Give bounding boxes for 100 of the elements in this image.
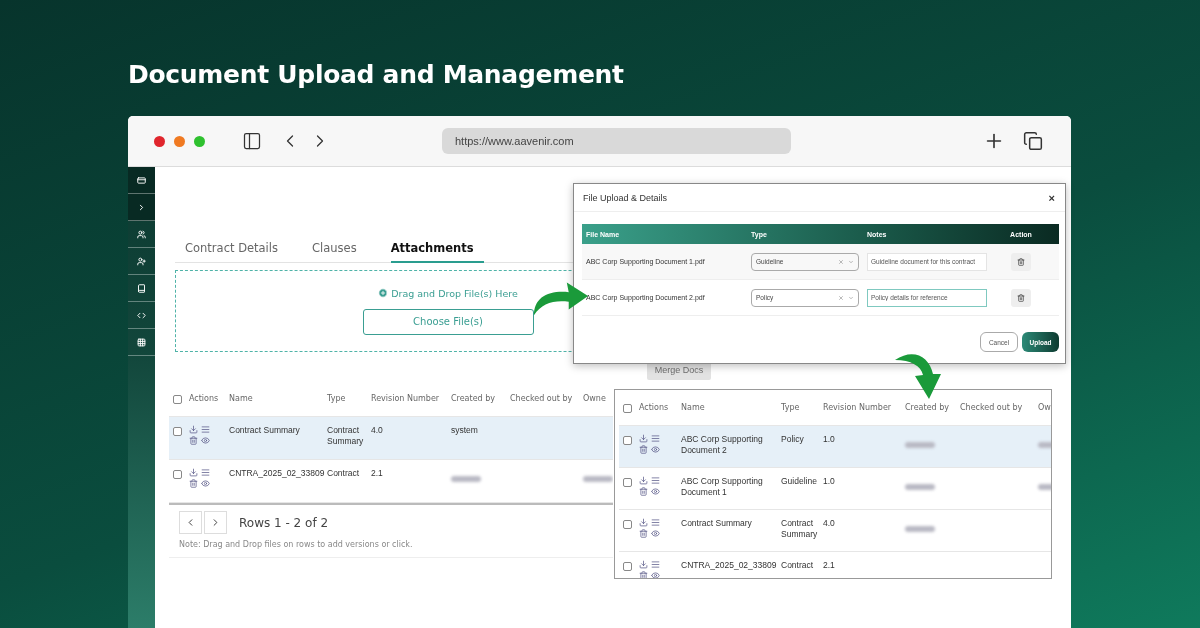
table-cell-text: ABC Corp Supporting Document 1 xyxy=(681,476,764,498)
curved-arrow-icon xyxy=(895,352,941,399)
row-checkbox[interactable] xyxy=(623,520,632,529)
download-icon[interactable] xyxy=(639,434,648,443)
select-all-checkbox[interactable] xyxy=(623,404,632,413)
drop-hint-text: Drag and Drop File(s) Here xyxy=(391,287,518,299)
column-header: Name xyxy=(229,393,254,403)
grid-icon[interactable] xyxy=(137,337,146,347)
trash-icon[interactable] xyxy=(189,479,198,488)
code-icon[interactable] xyxy=(137,310,146,320)
column-header: Created by xyxy=(451,393,496,403)
rows-summary: Rows 1 - 2 of 2 xyxy=(239,515,329,530)
tab[interactable]: Clauses xyxy=(312,241,367,263)
download-icon[interactable] xyxy=(639,560,648,569)
users-icon[interactable] xyxy=(137,229,146,239)
eye-icon[interactable] xyxy=(651,571,660,578)
column-header: Actions xyxy=(189,393,220,403)
trash-icon[interactable] xyxy=(639,445,648,454)
column-header: Revision Number xyxy=(823,403,893,412)
eye-icon[interactable] xyxy=(651,445,660,454)
trash-icon xyxy=(1017,257,1025,266)
clear-icon[interactable] xyxy=(838,258,844,265)
trash-icon xyxy=(1017,293,1025,302)
menu-icon[interactable] xyxy=(651,518,660,527)
row-checkbox[interactable] xyxy=(623,478,632,487)
column-header: Created by xyxy=(905,403,950,412)
trash-icon[interactable] xyxy=(189,436,198,445)
headline: Document Upload and Management xyxy=(128,59,625,91)
minimize-dot-icon[interactable] xyxy=(174,135,185,147)
table-cell-text: Contract Summary xyxy=(681,518,753,529)
column-header: Owne xyxy=(583,393,607,403)
plus-circle-icon xyxy=(378,288,389,298)
download-icon[interactable] xyxy=(189,425,198,434)
row-checkbox[interactable] xyxy=(173,427,182,436)
tab[interactable]: Contract Details xyxy=(185,241,288,263)
table-row[interactable]: Contract Summary Contract Summary 4.0 system xyxy=(169,417,613,460)
close-dot-icon[interactable] xyxy=(154,135,165,147)
download-icon[interactable] xyxy=(189,468,198,477)
table-cell-text: Contract Summary xyxy=(781,518,819,540)
chevron-right-icon[interactable] xyxy=(137,202,146,212)
column-header: Type xyxy=(781,403,801,412)
row-checkbox[interactable] xyxy=(623,562,632,571)
note-text: Note: Drag and Drop files on rows to add versions or click. xyxy=(179,540,414,549)
trash-icon[interactable] xyxy=(639,529,648,538)
column-header: Actions xyxy=(639,403,670,412)
table-row[interactable]: ABC Corp Supporting Document 2 Policy 1.0 xyxy=(619,426,1051,468)
column-header: Type xyxy=(327,393,347,403)
eye-icon[interactable] xyxy=(651,487,660,496)
delete-button[interactable] xyxy=(1011,252,1031,271)
table-cell-text: 1.0 xyxy=(823,434,836,445)
table-cell-text: 2.1 xyxy=(371,468,384,479)
table-cell-text: Contract xyxy=(781,560,815,571)
eye-icon[interactable] xyxy=(651,529,660,538)
table-cell-text: Guideline xyxy=(781,476,818,487)
column-header: Name xyxy=(681,403,706,412)
download-icon[interactable] xyxy=(639,476,648,485)
select-all-checkbox[interactable] xyxy=(173,394,182,404)
table-cell-text: CNTRA_2025_02_33809 xyxy=(681,560,778,571)
clear-icon[interactable] xyxy=(838,294,844,301)
trash-icon[interactable] xyxy=(639,487,648,496)
download-icon[interactable] xyxy=(639,518,648,527)
eye-icon[interactable] xyxy=(201,436,210,445)
address-bar[interactable]: https://www.aavenir.com xyxy=(442,128,791,154)
table-row[interactable]: Contract Summary Contract Summary 4.0 xyxy=(619,510,1051,552)
column-header: Checked out by xyxy=(960,403,1024,412)
add-user-icon[interactable] xyxy=(137,256,146,266)
table-cell-text: 1.0 xyxy=(823,476,836,487)
menu-icon[interactable] xyxy=(201,468,210,477)
column-header: Ow xyxy=(1038,403,1051,412)
table-cell-text: Contract Summary xyxy=(229,425,301,436)
column-header: Revision Number xyxy=(371,393,441,403)
book-icon[interactable] xyxy=(137,283,146,293)
table-cell-text: 4.0 xyxy=(823,518,836,529)
table-cell-text: CNTRA_2025_02_33809 xyxy=(229,468,326,479)
menu-icon[interactable] xyxy=(651,476,660,485)
sidebar-icon[interactable] xyxy=(242,131,262,151)
menu-icon[interactable] xyxy=(651,560,660,569)
table-cell-text: Policy xyxy=(781,434,805,445)
dialog-title: File Upload & Details xyxy=(583,192,668,203)
table-cell-text: 4.0 xyxy=(371,425,384,436)
eye-icon[interactable] xyxy=(201,479,210,488)
tab[interactable]: Attachments xyxy=(390,241,484,263)
row-checkbox[interactable] xyxy=(623,436,632,445)
table-cell-text: ABC Corp Supporting Document 2 xyxy=(681,434,764,456)
table-row[interactable]: CNTRA_2025_02_33809 Contract 2.1 xyxy=(619,552,1051,578)
column-header: Checked out by xyxy=(510,393,574,403)
card-icon[interactable] xyxy=(137,175,146,185)
delete-button[interactable] xyxy=(1011,288,1031,307)
maximize-dot-icon[interactable] xyxy=(194,135,205,147)
table-row[interactable]: ABC Corp Supporting Document 1 Guideline 1.0 xyxy=(619,468,1051,510)
menu-icon[interactable] xyxy=(651,434,660,443)
table-cell-text: Contract xyxy=(327,468,361,479)
tabs-icon[interactable] xyxy=(1023,131,1043,151)
close-button[interactable]: × xyxy=(1048,191,1055,204)
table-cell-text: 2.1 xyxy=(823,560,836,571)
row-checkbox[interactable] xyxy=(173,470,182,479)
table-cell-text: system xyxy=(451,425,479,436)
table-cell-text: Contract Summary xyxy=(327,425,365,447)
menu-icon[interactable] xyxy=(201,425,210,434)
trash-icon[interactable] xyxy=(639,571,648,578)
